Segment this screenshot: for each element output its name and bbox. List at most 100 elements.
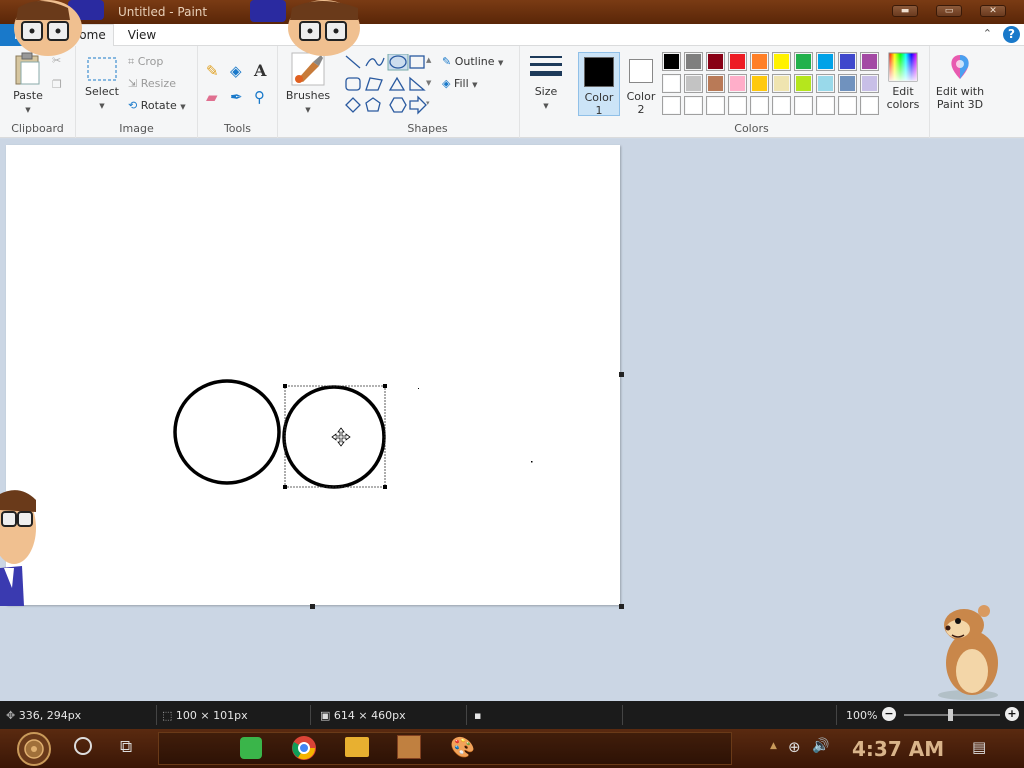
size-label: Size bbox=[534, 85, 558, 98]
colors-group-label: Colors bbox=[734, 122, 769, 135]
zoom-slider-thumb[interactable] bbox=[948, 709, 953, 721]
app-icon-hamster[interactable] bbox=[397, 735, 421, 759]
selection-handle[interactable] bbox=[283, 384, 287, 388]
select-icon bbox=[87, 57, 117, 81]
line-size-icon bbox=[530, 56, 562, 76]
canvas-size: ▣ 614 × 460px bbox=[320, 709, 406, 722]
magnifier-icon[interactable]: ⚲ bbox=[254, 88, 265, 106]
canvas-resize-handle-right[interactable] bbox=[619, 372, 624, 377]
paint3d-icon bbox=[951, 55, 969, 79]
paste-dropdown-icon: ▼ bbox=[25, 106, 31, 114]
maximize-button[interactable]: ▭ bbox=[936, 5, 962, 17]
paste-label: Paste bbox=[13, 89, 43, 102]
tools-group-label: Tools bbox=[223, 122, 252, 135]
selection-handle[interactable] bbox=[383, 384, 387, 388]
stray-dot bbox=[531, 461, 533, 463]
app-icon-notes[interactable] bbox=[240, 737, 262, 759]
clipboard-group: Paste ▼ ✂ ❐ Clipboard bbox=[0, 46, 76, 138]
circle-shape[interactable] bbox=[173, 379, 281, 485]
selection-size-value: 100 × 101px bbox=[175, 709, 248, 722]
fill-icon: ◈ bbox=[442, 77, 451, 90]
task-view-icon[interactable]: ⧉ bbox=[120, 737, 132, 757]
zoom-out-icon[interactable]: − bbox=[882, 707, 896, 721]
save-status-icon: ▪ bbox=[474, 709, 482, 722]
select-button[interactable]: Select ▼ bbox=[82, 56, 122, 111]
brushes-label: Brushes bbox=[285, 89, 331, 102]
outline-button[interactable]: ✎ Outline ▼ bbox=[442, 55, 503, 68]
text-tool-icon[interactable]: A bbox=[254, 61, 266, 80]
start-button-icon[interactable] bbox=[14, 731, 54, 767]
shapes-more-icon[interactable]: ▾ bbox=[426, 99, 430, 107]
paint3d-label: Edit with bbox=[935, 85, 985, 98]
crop-button[interactable]: ⌗ Crop bbox=[128, 55, 163, 69]
image-group-label: Image bbox=[119, 122, 154, 135]
outline-icon: ✎ bbox=[442, 55, 452, 68]
title-bar: Untitled - Paint ▬ ▭ ✕ bbox=[0, 0, 1024, 24]
fill-label: Fill bbox=[453, 77, 469, 90]
file-explorer-icon[interactable] bbox=[345, 737, 369, 757]
canvas-drawing[interactable] bbox=[6, 145, 620, 605]
resize-icon: ⇲ bbox=[128, 77, 138, 90]
outline-label: Outline bbox=[454, 55, 495, 68]
colors-group: Colors bbox=[574, 46, 930, 138]
brushes-button[interactable]: Brushes ▼ bbox=[282, 52, 334, 115]
crop-icon: ⌗ bbox=[128, 55, 135, 68]
resize-button[interactable]: ⇲ Resize bbox=[128, 77, 176, 90]
collapse-ribbon-icon[interactable]: ⌃ bbox=[983, 27, 992, 40]
canvas-size-value: 614 × 460px bbox=[333, 709, 406, 722]
network-icon[interactable]: ⊕ bbox=[788, 738, 801, 756]
ribbon-tabs: File Home View ⌃ ? bbox=[0, 24, 1024, 47]
selection-handle[interactable] bbox=[383, 485, 387, 489]
minimize-button[interactable]: ▬ bbox=[892, 5, 918, 17]
crop-label: Crop bbox=[137, 55, 164, 68]
size-dropdown-icon: ▼ bbox=[543, 102, 549, 110]
shapes-scroll-up-icon[interactable]: ▲ bbox=[426, 56, 431, 64]
tray-overflow-icon[interactable]: ▲ bbox=[770, 741, 777, 751]
edit-with-paint3d-button[interactable]: Edit with Paint 3D bbox=[932, 52, 988, 111]
image-group: Select ▼ ⌗ Crop ⇲ Resize ⟲ Rotate ▼ Imag… bbox=[76, 46, 198, 138]
drawing-canvas[interactable] bbox=[6, 145, 620, 605]
shapes-gallery[interactable] bbox=[342, 54, 434, 116]
canvas-resize-handle-bottom[interactable] bbox=[310, 604, 315, 609]
taskbar-clock[interactable]: 4:37 AM bbox=[852, 737, 944, 761]
fill-bucket-icon[interactable]: ◈ bbox=[230, 62, 242, 80]
volume-icon[interactable]: 🔊 bbox=[812, 738, 829, 754]
shapes-group: ▲ ▼ ▾ ✎ Outline ▼ ◈ Fill ▼ Shapes bbox=[336, 46, 520, 138]
copy-icon[interactable]: ❐ bbox=[52, 78, 62, 91]
notifications-icon[interactable]: ▤ bbox=[972, 738, 986, 756]
selection-size: ⬚ 100 × 101px bbox=[162, 709, 248, 722]
size-button[interactable]: Size ▼ bbox=[526, 54, 566, 111]
cartoon-character-icon bbox=[250, 0, 360, 56]
canvas-resize-handle-corner[interactable] bbox=[619, 604, 624, 609]
shapes-scroll-down-icon[interactable]: ▼ bbox=[426, 79, 431, 87]
rotate-button[interactable]: ⟲ Rotate ▼ bbox=[128, 99, 186, 112]
brushes-group: Brushes ▼ bbox=[278, 46, 336, 138]
tab-view[interactable]: View bbox=[120, 24, 164, 46]
cartoon-character-icon bbox=[0, 490, 36, 606]
cursor-position-value: 336, 294px bbox=[18, 709, 82, 722]
cartoon-character-icon bbox=[14, 0, 104, 56]
cursor-position-icon: ✥ bbox=[6, 709, 16, 722]
cursor-position: ✥ 336, 294px bbox=[6, 709, 81, 722]
help-icon[interactable]: ? bbox=[1003, 26, 1020, 43]
pencil-icon[interactable]: ✎ bbox=[206, 62, 219, 80]
color-picker-icon[interactable]: ✒ bbox=[230, 88, 243, 106]
eraser-icon[interactable]: ▰ bbox=[206, 88, 218, 106]
resize-label: Resize bbox=[140, 77, 176, 90]
zoom-in-icon[interactable]: + bbox=[1005, 707, 1019, 721]
status-bar: ✥ 336, 294px ⬚ 100 × 101px ▣ 614 × 460px… bbox=[0, 701, 1024, 729]
stray-dot bbox=[418, 388, 419, 389]
taskbar: ⧉ 🎨 ▲ ⊕ 🔊 4:37 AM ▤ bbox=[0, 729, 1024, 768]
chrome-icon[interactable] bbox=[291, 735, 317, 761]
fill-button[interactable]: ◈ Fill ▼ bbox=[442, 77, 478, 90]
rotate-icon: ⟲ bbox=[128, 99, 138, 112]
shapes-group-label: Shapes bbox=[407, 122, 448, 135]
paste-button[interactable]: Paste ▼ bbox=[8, 52, 48, 115]
selection-size-icon: ⬚ bbox=[162, 709, 173, 722]
select-dropdown-icon: ▼ bbox=[99, 102, 105, 110]
search-icon[interactable] bbox=[74, 737, 92, 755]
selection-handle[interactable] bbox=[283, 485, 287, 489]
paint-app-icon[interactable]: 🎨 bbox=[450, 735, 475, 759]
close-button[interactable]: ✕ bbox=[980, 5, 1006, 17]
ribbon: Paste ▼ ✂ ❐ Clipboard Select ▼ ⌗ Crop ⇲ … bbox=[0, 46, 1024, 138]
